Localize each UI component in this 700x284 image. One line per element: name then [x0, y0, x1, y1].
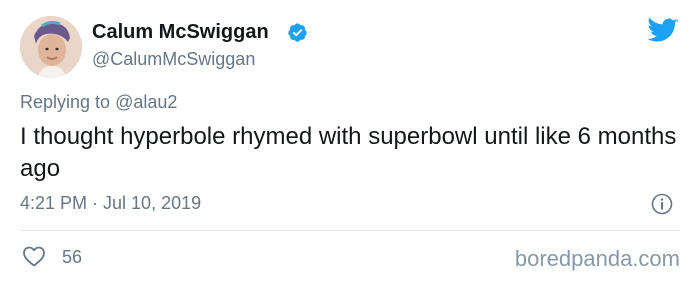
- reply-target-handle[interactable]: @alau2: [115, 92, 177, 112]
- tweet-timestamp[interactable]: 4:21 PM · Jul 10, 2019: [20, 191, 201, 215]
- author-handle[interactable]: @CalumMcSwiggan: [92, 47, 255, 71]
- twitter-bird-icon[interactable]: [647, 17, 679, 43]
- tweet-text: I thought hyperbole rhymed with superbow…: [20, 123, 677, 182]
- like-count: 56: [62, 247, 83, 267]
- watermark: boredpanda.com: [514, 246, 680, 271]
- divider: [20, 230, 680, 231]
- reply-prefix: Replying to: [20, 92, 111, 112]
- tweet-card: Calum McSwiggan @CalumMcSwiggan Replying…: [0, 0, 700, 284]
- info-icon[interactable]: [651, 193, 673, 215]
- author-display-name[interactable]: Calum McSwiggan: [92, 19, 269, 45]
- avatar[interactable]: [20, 16, 82, 78]
- heart-icon[interactable]: [22, 245, 46, 267]
- verified-badge-icon: [288, 23, 307, 42]
- reply-context: Replying to @alau2: [20, 90, 177, 114]
